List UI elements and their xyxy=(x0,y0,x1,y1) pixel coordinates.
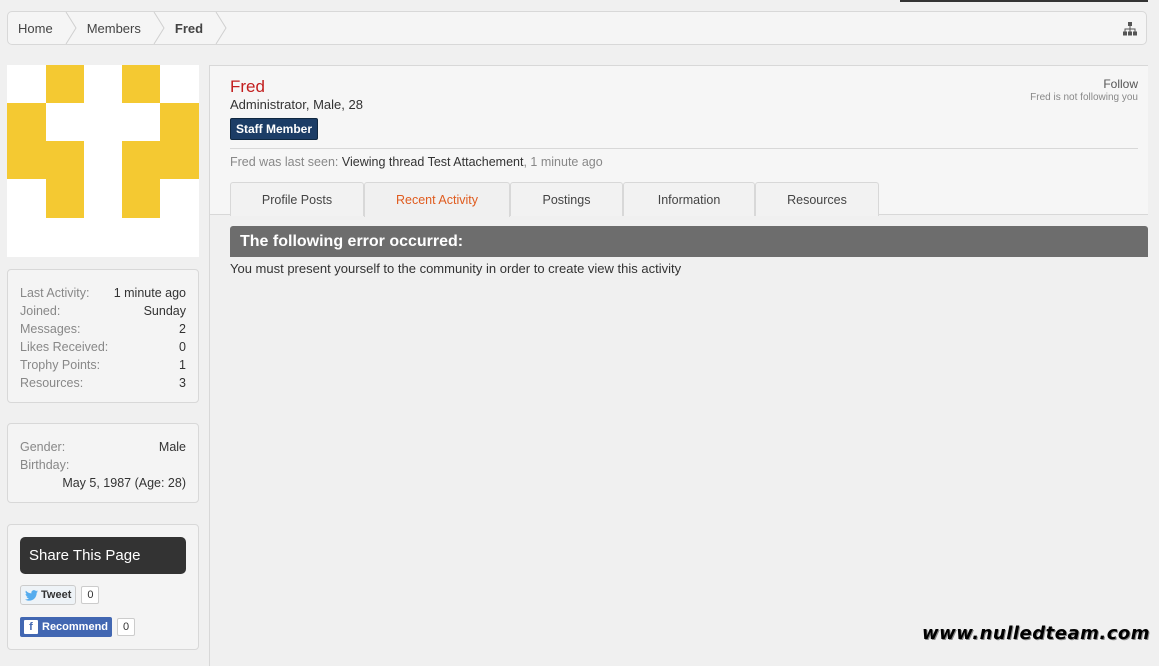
breadcrumb-current[interactable]: Fred xyxy=(165,12,227,44)
gender-value: Male xyxy=(158,440,186,454)
stat-value: Sunday xyxy=(143,304,186,318)
facebook-icon: f xyxy=(24,620,38,634)
tab-recent-activity[interactable]: Recent Activity xyxy=(364,182,510,217)
tab-postings[interactable]: Postings xyxy=(510,182,623,216)
birthday-value: May 5, 1987 (Age: 28) xyxy=(62,476,186,490)
gender-label: Gender: xyxy=(20,440,66,454)
error-heading: The following error occurred: xyxy=(230,226,1148,257)
stat-row: Likes Received: 0 xyxy=(20,338,186,356)
breadcrumb-home-label: Home xyxy=(18,20,53,36)
stat-value[interactable]: 1 xyxy=(179,356,186,374)
profile-main: Fred Administrator, Male, 28 Staff Membe… xyxy=(209,65,1148,666)
share-panel: Share This Page Tweet 0 f Recommend 0 xyxy=(7,524,199,650)
error-message: You must present yourself to the communi… xyxy=(230,261,682,276)
stat-label: Resources: xyxy=(20,376,84,390)
last-seen: Fred was last seen: Viewing thread Test … xyxy=(230,155,603,169)
tab-resources[interactable]: Resources xyxy=(755,182,879,216)
stat-label: Messages: xyxy=(20,322,81,336)
twitter-bird-icon xyxy=(25,589,38,601)
recommend-label: Recommend xyxy=(42,621,109,633)
member-info: Gender: Male Birthday: May 5, 1987 (Age:… xyxy=(7,423,199,503)
stat-value: 1 minute ago xyxy=(113,286,186,300)
stat-label: Trophy Points: xyxy=(20,358,101,372)
last-seen-activity-link[interactable]: Viewing thread Test Attachement xyxy=(342,155,524,169)
stat-label: Joined: xyxy=(20,304,61,318)
profile-tabs: Profile Posts Recent Activity Postings I… xyxy=(230,182,879,217)
birthday-label: Birthday: xyxy=(20,458,70,472)
breadcrumb-members-label: Members xyxy=(86,20,141,36)
stat-row: Joined: Sunday xyxy=(20,302,186,320)
recommend-button[interactable]: f Recommend xyxy=(20,617,113,637)
staff-badge: Staff Member xyxy=(230,118,319,140)
sitemap-icon[interactable] xyxy=(1122,21,1138,37)
gender-row: Gender: Male xyxy=(20,438,186,456)
follow-link[interactable]: Follow xyxy=(1103,77,1138,91)
user-title: Administrator, Male, 28 xyxy=(230,97,363,112)
avatar[interactable] xyxy=(7,65,199,257)
breadcrumb-members[interactable]: Members xyxy=(77,12,165,44)
tweet-row: Tweet 0 xyxy=(20,585,186,605)
stat-row: Trophy Points: 1 xyxy=(20,356,186,374)
tab-information[interactable]: Information xyxy=(623,182,755,216)
stat-row: Resources: 3 xyxy=(20,374,186,392)
member-stats: Last Activity: 1 minute ago Joined: Sund… xyxy=(7,269,199,403)
last-seen-time: , 1 minute ago xyxy=(523,155,603,169)
stat-value: 0 xyxy=(179,340,186,354)
last-seen-prefix: Fred was last seen: xyxy=(230,155,339,169)
tweet-button[interactable]: Tweet xyxy=(20,585,77,605)
birthday-row: Birthday: xyxy=(20,456,186,474)
follow-status: Fred is not following you xyxy=(1030,92,1138,103)
top-bar-strip xyxy=(900,0,1148,2)
stat-value[interactable]: 3 xyxy=(179,374,186,392)
tweet-label: Tweet xyxy=(41,589,72,601)
breadcrumb: Home Members Fred xyxy=(7,11,1147,45)
tab-profile-posts[interactable]: Profile Posts xyxy=(230,182,364,216)
profile-header: Fred Administrator, Male, 28 Staff Membe… xyxy=(210,65,1148,217)
breadcrumb-separator xyxy=(215,12,227,44)
stat-row: Messages: 2 xyxy=(20,320,186,338)
breadcrumb-home[interactable]: Home xyxy=(8,12,77,44)
username: Fred xyxy=(230,77,265,96)
tweet-count: 0 xyxy=(81,586,100,604)
breadcrumb-current-label: Fred xyxy=(174,20,204,36)
breadcrumb-separator xyxy=(153,12,165,44)
stat-row: Last Activity: 1 minute ago xyxy=(20,284,186,302)
stat-label: Last Activity: xyxy=(20,286,90,300)
share-heading: Share This Page xyxy=(20,537,186,574)
header-divider xyxy=(230,148,1138,149)
stat-label: Likes Received: xyxy=(20,340,109,354)
stat-value[interactable]: 2 xyxy=(179,320,186,338)
watermark: www.nulledteam.com xyxy=(922,623,1150,644)
recommend-count: 0 xyxy=(117,618,136,636)
facebook-row: f Recommend 0 xyxy=(20,617,186,637)
breadcrumb-separator xyxy=(65,12,77,44)
